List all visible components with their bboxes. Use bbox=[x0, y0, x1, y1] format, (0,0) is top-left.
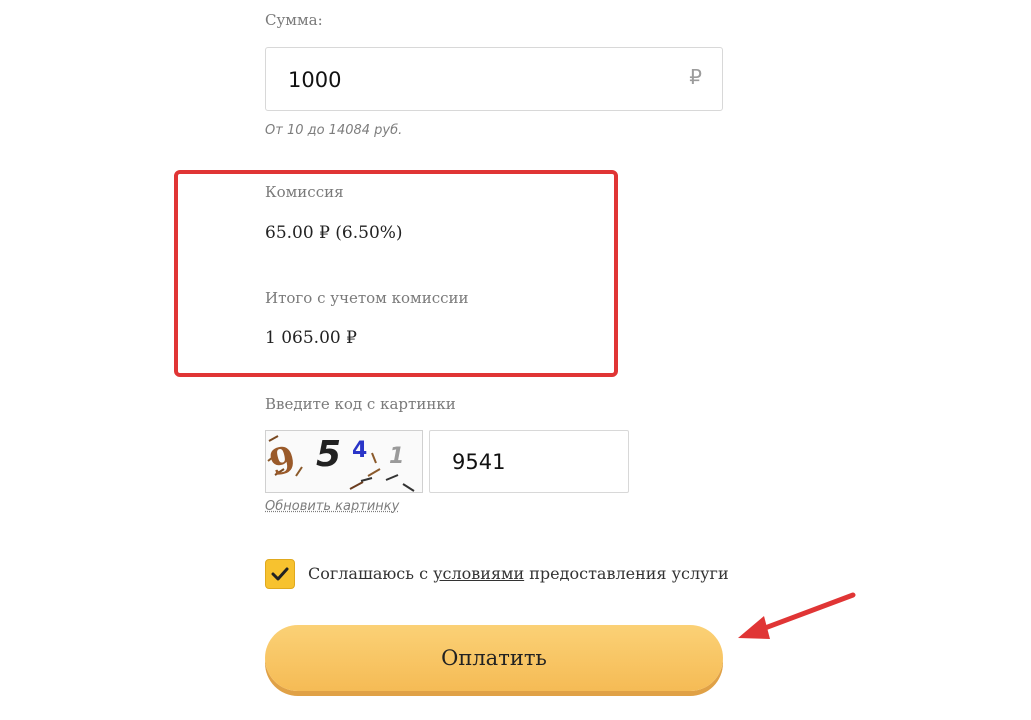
amount-hint: От 10 до 14084 руб. bbox=[265, 123, 403, 138]
total-label: Итого с учетом комиссии bbox=[265, 289, 469, 307]
captcha-input[interactable] bbox=[452, 448, 612, 476]
amount-field[interactable]: ₽ bbox=[265, 47, 723, 111]
captcha-field[interactable] bbox=[429, 430, 629, 493]
captcha-char-3: 4 bbox=[352, 438, 367, 463]
total-value: 1 065.00 ₽ bbox=[265, 328, 357, 348]
captcha-image: 9 5 4 1 bbox=[265, 430, 423, 493]
terms-link[interactable]: условиями bbox=[433, 564, 524, 583]
captcha-char-4: 1 bbox=[389, 444, 404, 469]
payment-form: Сумма: ₽ От 10 до 14084 руб. Комиссия 65… bbox=[0, 0, 1031, 720]
refresh-captcha-link[interactable]: Обновить картинку bbox=[265, 499, 399, 514]
agreement-text: Соглашаюсь с условиями предоставления ус… bbox=[308, 564, 729, 583]
captcha-label: Введите код с картинки bbox=[265, 395, 456, 413]
ruble-icon: ₽ bbox=[689, 65, 702, 89]
agreement-text-before: Соглашаюсь с bbox=[308, 564, 434, 583]
pay-button[interactable]: Оплатить bbox=[265, 625, 723, 691]
red-arrow-icon bbox=[738, 592, 856, 639]
commission-highlight-frame bbox=[174, 170, 618, 377]
captcha-char-2: 5 bbox=[316, 434, 341, 475]
captcha-char-1: 9 bbox=[266, 438, 300, 485]
amount-label: Сумма: bbox=[265, 11, 323, 29]
amount-input[interactable] bbox=[288, 66, 668, 94]
commission-label: Комиссия bbox=[265, 183, 344, 201]
agreement-checkbox[interactable] bbox=[265, 559, 295, 589]
agreement-text-after: предоставления услуги bbox=[524, 564, 729, 583]
commission-value: 65.00 ₽ (6.50%) bbox=[265, 223, 403, 243]
checkmark-icon bbox=[271, 567, 289, 581]
